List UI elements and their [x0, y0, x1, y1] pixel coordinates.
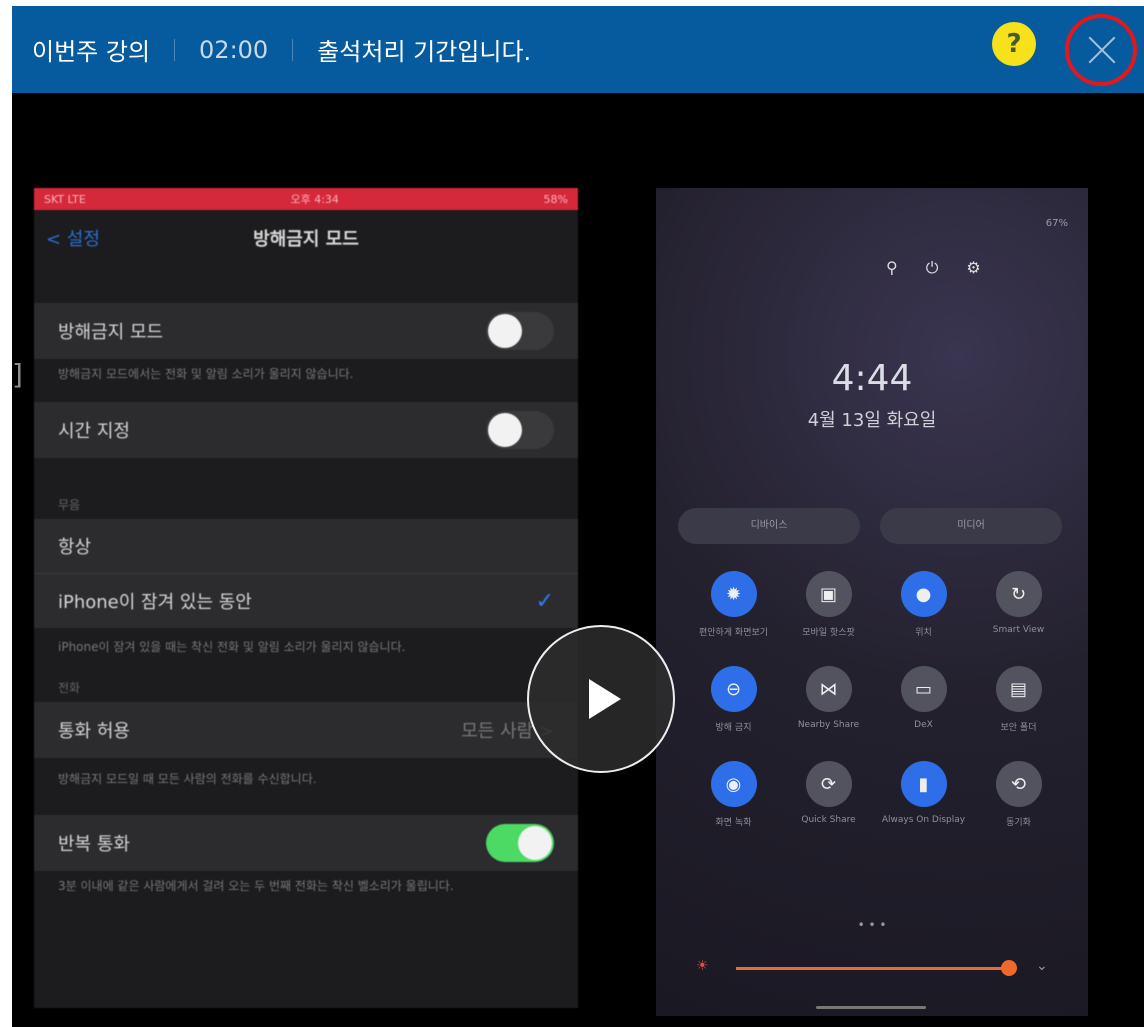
repeat-calls-toggle	[486, 824, 554, 862]
iphone-status-bar: SKT LTE 오후 4:34 58%	[34, 188, 578, 210]
dnd-note: 방해금지 모드에서는 전화 및 알림 소리가 울리지 않습니다.	[58, 367, 354, 381]
status-battery: 58%	[543, 192, 568, 206]
qs-tile-icon: ▤	[995, 666, 1042, 712]
search-icon: ⚲	[886, 258, 898, 277]
allow-calls-label: 통화 허용	[58, 721, 130, 742]
close-icon[interactable]	[1065, 14, 1137, 86]
dnd-toggle	[486, 312, 554, 350]
status-time: 오후 4:34	[290, 193, 339, 206]
header-time: 02:00	[199, 35, 269, 64]
qs-tile: ▭ DeX	[876, 666, 971, 733]
divider	[174, 38, 176, 61]
qs-tile-icon: ⋈	[805, 666, 852, 712]
qs-tile-label: 모바일 핫스팟	[802, 628, 855, 638]
play-icon[interactable]	[527, 625, 675, 773]
android-date: 4월 13일 화요일	[807, 410, 937, 431]
android-clock: 4:44	[831, 358, 913, 399]
qs-tile: ✹ 편안하게 화면보기	[686, 571, 781, 638]
qs-tile-icon: ●	[900, 571, 947, 617]
silence-section: 무음	[58, 498, 81, 512]
dnd-row: 방해금지 모드	[34, 303, 578, 359]
repeat-calls-note: 3분 이내에 같은 사람에게서 걸려 오는 두 번째 전화는 착신 벨소리가 울…	[58, 879, 454, 893]
lecture-header: 이번주 강의 02:00 출석처리 기간입니다.	[12, 6, 1144, 93]
qs-tile-icon: ↻	[995, 571, 1042, 617]
qs-tile-icon: ⊖	[710, 666, 757, 712]
iphone-title: 방해금지 모드	[253, 228, 359, 250]
header-message: 출석처리 기간입니다.	[317, 38, 532, 66]
qs-tile-label: 동기화	[1006, 818, 1031, 828]
qs-tile: ⋈ Nearby Share	[781, 666, 876, 733]
qs-tile-icon: ◉	[710, 761, 757, 807]
device-pill: 디바이스	[678, 508, 860, 544]
power-icon: ⏻	[925, 258, 939, 277]
repeat-calls-label: 반복 통화	[58, 834, 130, 855]
brightness-slider: ☀ ⌄	[696, 958, 1056, 978]
gear-icon: ⚙	[966, 258, 981, 277]
qs-tile: ◉ 화면 녹화	[686, 761, 781, 828]
qs-tile-label: 편안하게 화면보기	[698, 628, 769, 638]
qs-tile-label: 위치	[915, 628, 932, 638]
status-carrier: SKT LTE	[44, 192, 86, 206]
qs-tile: ↻ Smart View	[971, 571, 1066, 638]
qs-tile: ▣ 모바일 핫스팟	[781, 571, 876, 638]
qs-tile-icon: ▭	[900, 666, 947, 712]
qs-tile-icon: ▮	[900, 761, 947, 807]
always-label: 항상	[58, 537, 92, 558]
qs-tile-label: 보안 폴더	[1000, 723, 1037, 733]
schedule-row: 시간 지정	[34, 402, 578, 458]
divider	[292, 38, 294, 61]
locked-label: iPhone이 잠겨 있는 동안	[58, 592, 252, 613]
qs-tile-label: Nearby Share	[797, 720, 860, 730]
left-bracket: ]	[12, 358, 23, 391]
header-title: 이번주 강의	[32, 38, 151, 66]
qs-tile-icon: ✹	[710, 571, 757, 617]
iphone-nav: < 설정 방해금지 모드	[34, 210, 578, 265]
qs-tile: ⟲ 동기화	[971, 761, 1066, 828]
android-quick-icons: ⚲ ⏻ ⚙	[886, 258, 981, 278]
qs-tile: ● 위치	[876, 571, 971, 638]
chevron-down-icon: ⌄	[1036, 958, 1048, 974]
video-player[interactable]: ] SKT LTE 오후 4:34 58% < 설정 방해금지 모드 방해금지 …	[12, 93, 1144, 1027]
page-dots: • • •	[857, 918, 887, 932]
check-icon: ✓	[535, 588, 554, 614]
dnd-label: 방해금지 모드	[58, 322, 164, 343]
allow-calls-note: 방해금지 모드일 때 모든 사람의 전화를 수신합니다.	[58, 772, 317, 786]
qs-tile-icon: ⟲	[995, 761, 1042, 807]
qs-tile-label: Always On Display	[881, 815, 966, 825]
always-row: 항상	[34, 519, 578, 574]
qs-tile: ⊖ 방해 금지	[686, 666, 781, 733]
qs-tile-label: Smart View	[992, 625, 1045, 635]
locked-note: iPhone이 잠겨 있을 때는 착신 전화 및 알림 소리가 울리지 않습니다…	[58, 640, 406, 654]
qs-tile-label: Quick Share	[801, 815, 856, 825]
phone-section: 전화	[58, 681, 81, 695]
qs-tile-icon: ▣	[805, 571, 852, 617]
qs-tile-label: DeX	[914, 720, 933, 730]
qs-tile-label: 화면 녹화	[715, 818, 752, 828]
brightness-icon: ☀	[696, 958, 709, 974]
qs-tile-icon: ⟳	[805, 761, 852, 807]
android-screen: 67% ⚲ ⏻ ⚙ 4:44 4월 13일 화요일 디바이스 미디어 ✹ 편안하게…	[656, 188, 1088, 1016]
qs-tile: ▤ 보안 폴더	[971, 666, 1066, 733]
nav-handle	[816, 1006, 926, 1009]
android-status: 67%	[1045, 218, 1068, 229]
repeat-calls-row: 반복 통화	[34, 815, 578, 871]
media-pill: 미디어	[880, 508, 1062, 544]
qs-tile-label: 방해 금지	[715, 723, 752, 733]
schedule-label: 시간 지정	[58, 421, 130, 442]
qs-tile: ⟳ Quick Share	[781, 761, 876, 828]
locked-row: iPhone이 잠겨 있는 동안 ✓	[34, 574, 578, 628]
help-icon[interactable]: ?	[992, 22, 1036, 66]
android-pills: 디바이스 미디어	[678, 508, 1062, 544]
qs-tile: ▮ Always On Display	[876, 761, 971, 828]
iphone-screen: SKT LTE 오후 4:34 58% < 설정 방해금지 모드 방해금지 모드…	[34, 188, 578, 1008]
quick-settings-grid: ✹ 편안하게 화면보기 ▣ 모바일 핫스팟 ● 위치 ↻ Smart View ⊖ 방해 …	[686, 571, 1066, 828]
allow-calls-row: 통화 허용 모든 사람 >	[34, 702, 578, 758]
schedule-toggle	[486, 411, 554, 449]
